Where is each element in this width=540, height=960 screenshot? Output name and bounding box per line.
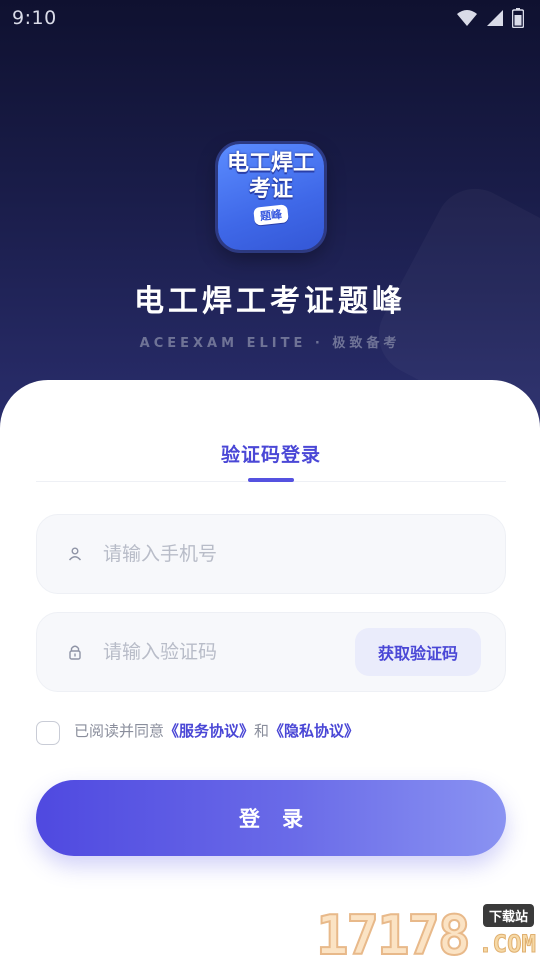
login-card: 验证码登录 获取验证码 已阅读并同意《服务协议》和《隐私协议》 登录 bbox=[0, 380, 540, 960]
app-title: 电工焊工考证题峰 bbox=[134, 284, 406, 319]
signal-icon bbox=[487, 10, 503, 26]
hero-header: 9:10 电工焊工 考证 题峰 电工焊工考证题峰 ACEEXAM ELITE ·… bbox=[0, 0, 540, 440]
agreement-row: 已阅读并同意《服务协议》和《隐私协议》 bbox=[36, 716, 359, 745]
logo-text-line2: 考证 bbox=[248, 177, 293, 203]
battery-icon bbox=[512, 8, 524, 28]
tab-sms-login[interactable]: 验证码登录 bbox=[221, 440, 321, 467]
wifi-icon bbox=[457, 10, 477, 26]
logo-badge: 题峰 bbox=[253, 204, 289, 227]
watermark-badge: 下载站 bbox=[482, 904, 534, 927]
site-watermark: 17178 下载站 .COM bbox=[315, 900, 540, 960]
agreement-text: 已阅读并同意《服务协议》和《隐私协议》 bbox=[74, 720, 359, 741]
status-bar: 9:10 bbox=[0, 0, 540, 36]
status-time: 9:10 bbox=[12, 7, 57, 29]
code-field: 获取验证码 bbox=[36, 612, 506, 692]
agreement-prefix: 已阅读并同意 bbox=[74, 721, 165, 740]
login-tabs: 验证码登录 bbox=[36, 440, 506, 482]
status-icons bbox=[456, 8, 524, 28]
service-agreement-link[interactable]: 《服务协议》 bbox=[164, 722, 254, 740]
phone-input[interactable] bbox=[103, 534, 505, 574]
get-code-button[interactable]: 获取验证码 bbox=[355, 628, 481, 676]
privacy-agreement-link[interactable]: 《隐私协议》 bbox=[269, 722, 359, 740]
app-subtitle: ACEEXAM ELITE · 极致备考 bbox=[139, 336, 401, 351]
code-input[interactable] bbox=[103, 632, 355, 672]
logo-text-line1: 电工焊工 bbox=[226, 151, 315, 176]
agreement-and: 和 bbox=[254, 721, 270, 740]
lock-icon bbox=[61, 644, 89, 660]
agreement-checkbox[interactable] bbox=[36, 721, 60, 745]
watermark-dotcom: .COM bbox=[478, 930, 537, 959]
login-button[interactable]: 登录 bbox=[36, 780, 506, 856]
phone-field bbox=[36, 514, 506, 594]
person-icon bbox=[61, 547, 89, 561]
watermark-digits: 17178 bbox=[315, 903, 472, 960]
app-logo: 电工焊工 考证 题峰 bbox=[218, 144, 324, 250]
tab-indicator bbox=[248, 478, 294, 482]
